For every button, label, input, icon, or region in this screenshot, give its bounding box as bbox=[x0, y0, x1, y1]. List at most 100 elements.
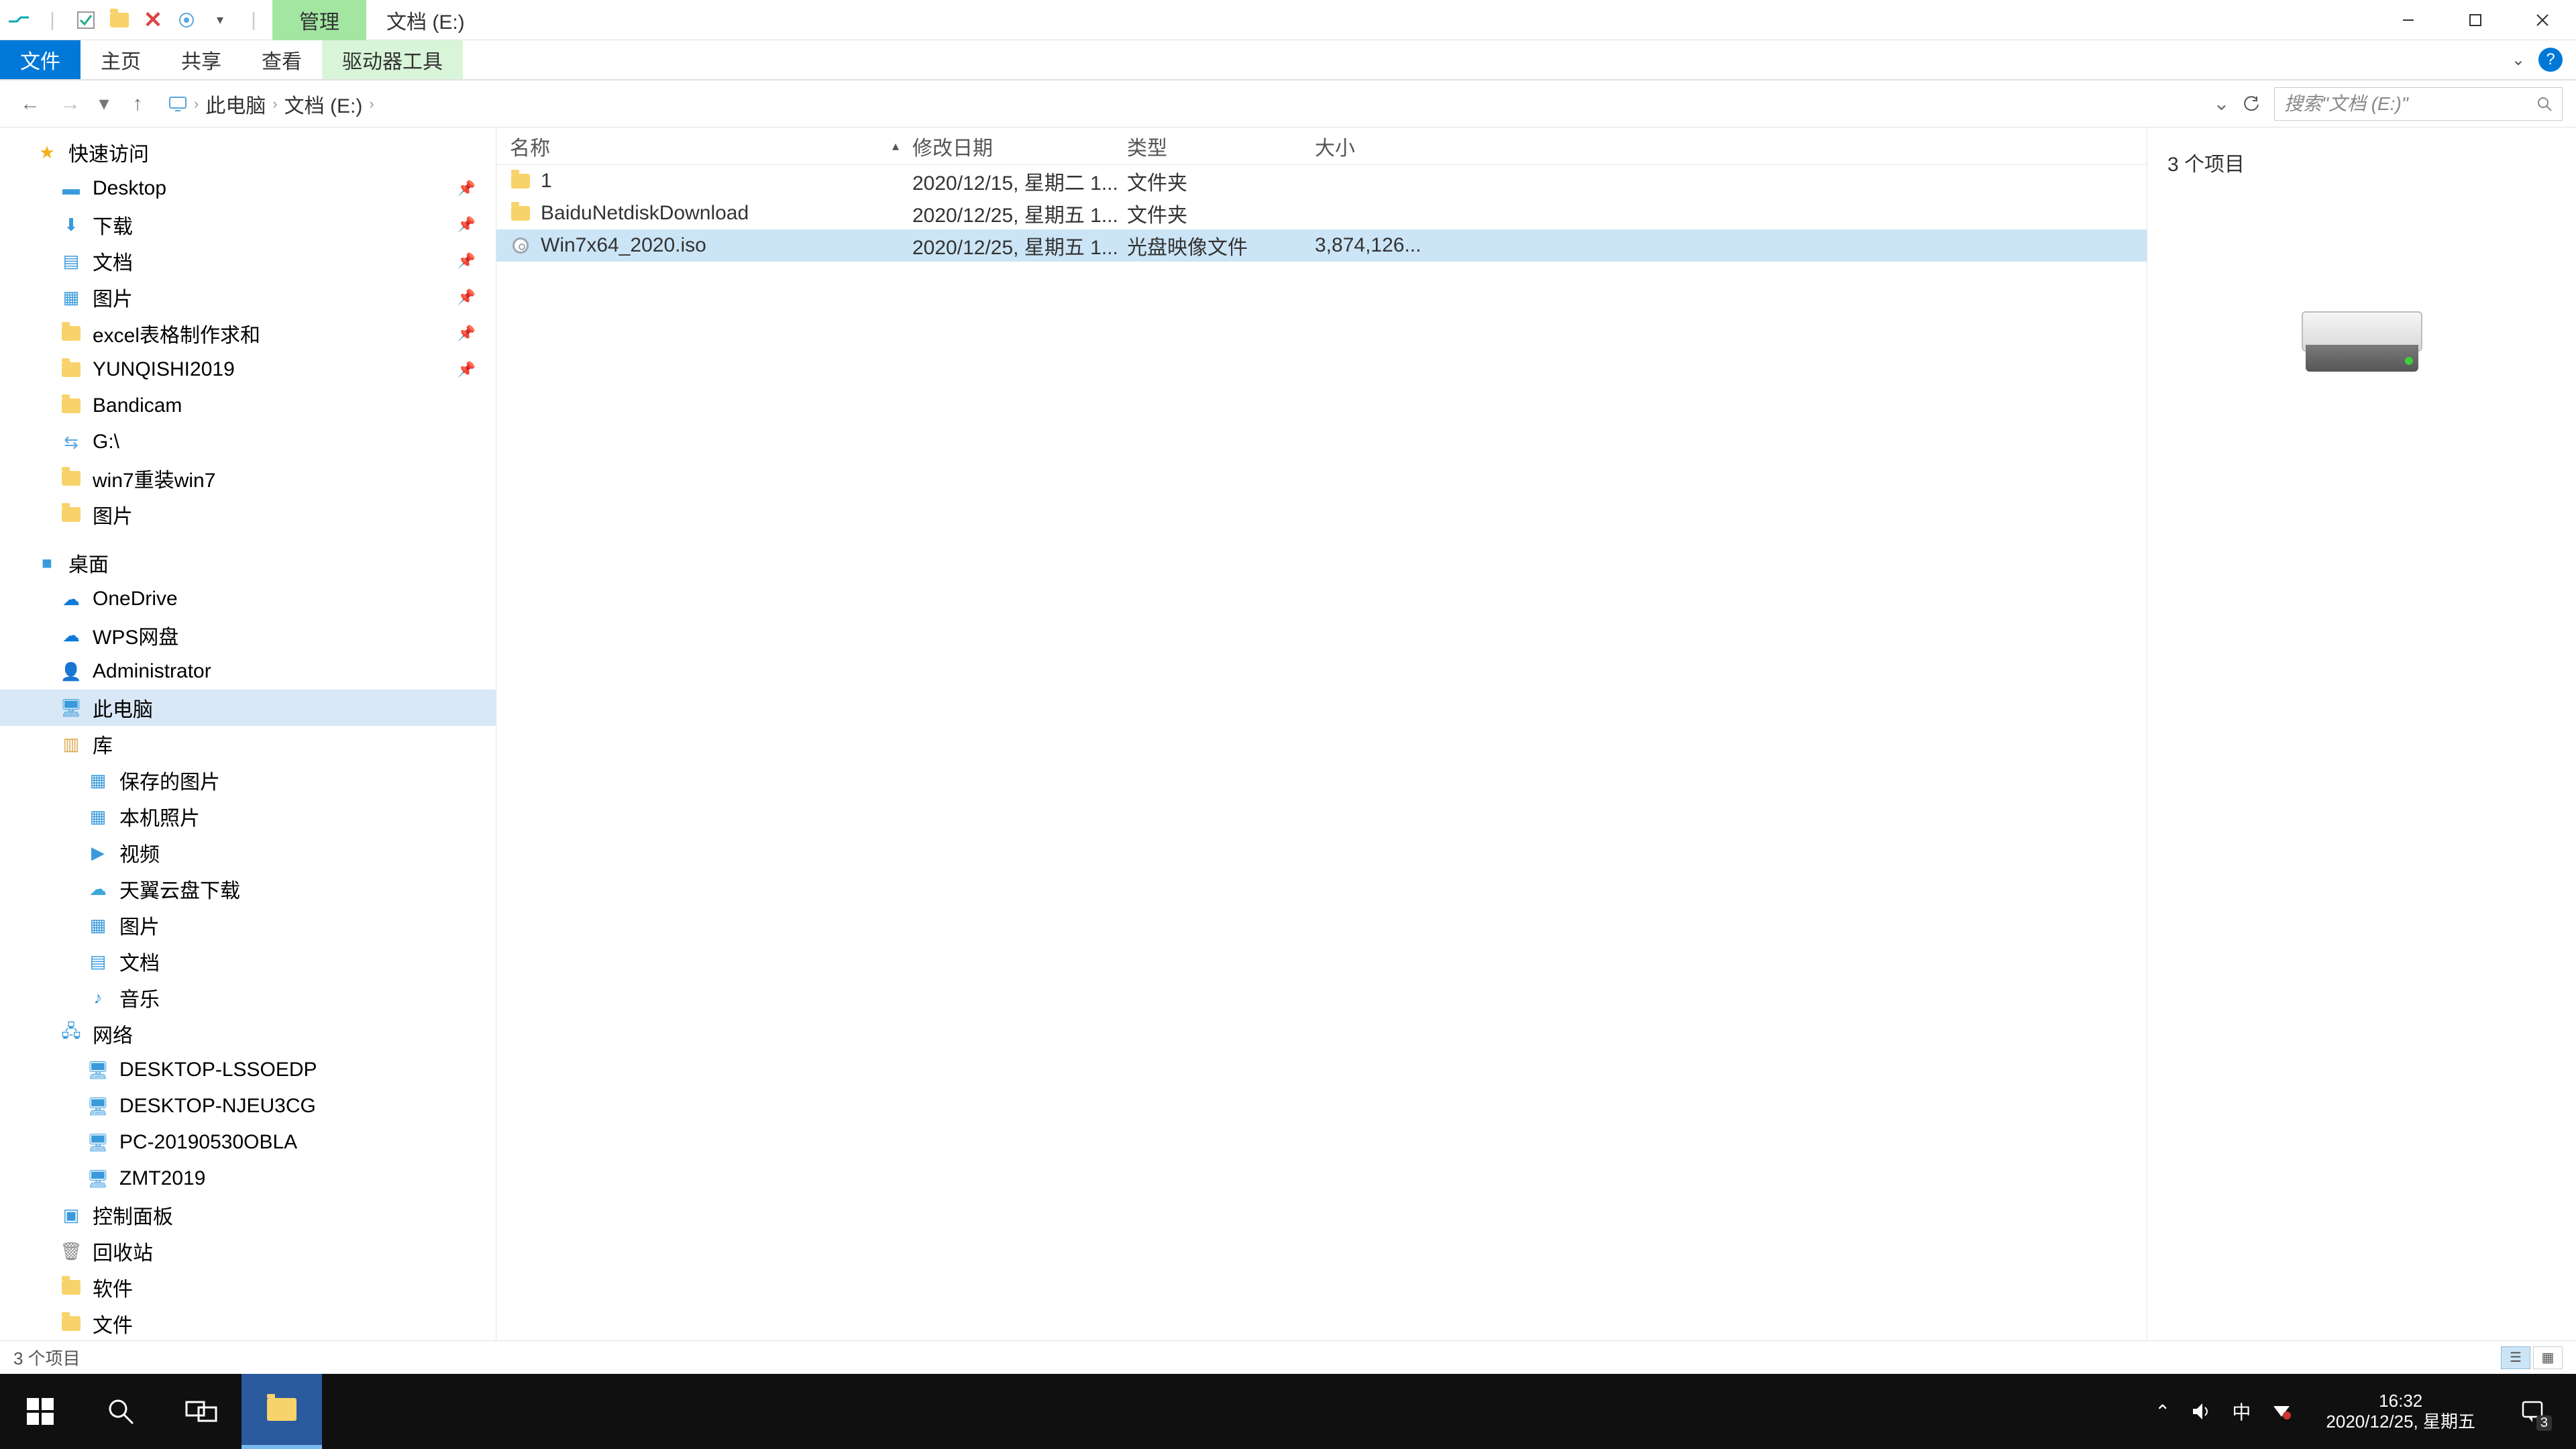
system-tray: ⌃ 中 16:32 2020/12/25, 星期五 3 bbox=[2135, 1388, 2576, 1435]
sidebar-pinned-item[interactable]: ⬇下载📌 bbox=[0, 207, 496, 243]
nav-forward-button[interactable]: → bbox=[54, 87, 87, 121]
column-type[interactable]: 类型 bbox=[1127, 131, 1315, 161]
search-button[interactable] bbox=[80, 1374, 161, 1449]
sidebar-label: 回收站 bbox=[93, 1236, 153, 1266]
search-box[interactable] bbox=[2274, 87, 2563, 121]
action-center-button[interactable]: 3 bbox=[2509, 1388, 2556, 1435]
sidebar-item[interactable]: ▦保存的图片 bbox=[0, 762, 496, 798]
ribbon-collapse-icon[interactable]: ⌄ bbox=[2512, 50, 2525, 70]
breadcrumb-drive[interactable]: 文档 (E:) bbox=[284, 89, 363, 119]
sidebar-item[interactable]: ♪音乐 bbox=[0, 979, 496, 1016]
sidebar-pinned-item[interactable]: 图片 bbox=[0, 496, 496, 533]
folder-icon bbox=[60, 1277, 82, 1298]
sidebar-item[interactable]: 🖥ZMT2019 bbox=[0, 1161, 496, 1197]
file-row-folder[interactable]: BaiduNetdiskDownload 2020/12/25, 星期五 1..… bbox=[496, 197, 2147, 229]
sidebar-item[interactable]: 软件 bbox=[0, 1269, 496, 1305]
sidebar-item[interactable]: ▥库 bbox=[0, 726, 496, 762]
music-icon: ♪ bbox=[87, 987, 109, 1008]
sidebar-pinned-item[interactable]: ▬Desktop📌 bbox=[0, 170, 496, 207]
pin-icon: 📌 bbox=[458, 180, 476, 197]
sidebar-quick-access[interactable]: ★ 快速访问 bbox=[0, 134, 496, 170]
icons-view-button[interactable]: ▦ bbox=[2533, 1346, 2563, 1369]
sidebar-label: 文档 bbox=[119, 947, 160, 976]
pin-icon: 📌 bbox=[458, 361, 476, 378]
sidebar-item[interactable]: 🖧网络 bbox=[0, 1016, 496, 1052]
column-date[interactable]: 修改日期 bbox=[912, 131, 1127, 161]
volume-icon[interactable] bbox=[2190, 1401, 2212, 1422]
sidebar-item[interactable]: ▣控制面板 bbox=[0, 1197, 496, 1233]
breadcrumb-sep-icon[interactable]: › bbox=[272, 95, 277, 113]
qat-dropdown-icon[interactable]: ▾ bbox=[207, 7, 233, 34]
sidebar-item[interactable]: 🖥DESKTOP-NJEU3CG bbox=[0, 1088, 496, 1124]
start-button[interactable] bbox=[0, 1374, 80, 1449]
sidebar-item[interactable]: ▦图片 bbox=[0, 907, 496, 943]
pin-icon: 📌 bbox=[458, 288, 476, 306]
tab-share[interactable]: 共享 bbox=[161, 40, 241, 79]
tab-file[interactable]: 文件 bbox=[0, 40, 80, 79]
qat-folder-icon[interactable] bbox=[106, 7, 133, 34]
sidebar-pinned-item[interactable]: win7重装win7 bbox=[0, 460, 496, 496]
ime-indicator[interactable]: 中 bbox=[2232, 1398, 2251, 1425]
wps-cloud-icon: ☁ bbox=[60, 625, 82, 646]
taskbar-explorer-button[interactable] bbox=[241, 1374, 322, 1449]
help-icon[interactable]: ? bbox=[2538, 48, 2563, 72]
tab-view[interactable]: 查看 bbox=[241, 40, 322, 79]
sidebar-pinned-item[interactable]: ⇆G:\ bbox=[0, 424, 496, 460]
ribbon-tabs: 文件 主页 共享 查看 驱动器工具 ⌄ ? bbox=[0, 40, 2576, 80]
tray-app-icon[interactable] bbox=[2271, 1401, 2292, 1422]
status-item-count: 3 个项目 bbox=[13, 1345, 80, 1370]
sidebar-pinned-item[interactable]: YUNQISHI2019📌 bbox=[0, 352, 496, 388]
qat-delete-icon[interactable]: ✕ bbox=[140, 7, 166, 34]
breadcrumb-this-pc[interactable]: 此电脑 bbox=[205, 89, 266, 119]
close-button[interactable] bbox=[2509, 0, 2576, 40]
nav-back-button[interactable]: ← bbox=[13, 87, 47, 121]
qat-checkbox-icon[interactable] bbox=[72, 7, 99, 34]
downloads-icon: ⬇ bbox=[60, 214, 82, 235]
tab-drive-tools[interactable]: 驱动器工具 bbox=[322, 40, 463, 79]
task-view-button[interactable] bbox=[161, 1374, 241, 1449]
refresh-icon[interactable] bbox=[2243, 95, 2261, 113]
file-name: 1 bbox=[541, 170, 552, 193]
sidebar-pinned-item[interactable]: excel表格制作求和📌 bbox=[0, 315, 496, 352]
sidebar-item[interactable]: 🗑回收站 bbox=[0, 1233, 496, 1269]
nav-up-button[interactable]: ↑ bbox=[121, 87, 154, 121]
qat-settings-icon[interactable] bbox=[173, 7, 200, 34]
column-name[interactable]: 名称▴ bbox=[510, 131, 912, 161]
sidebar-label: ZMT2019 bbox=[119, 1167, 205, 1190]
sidebar-label: 保存的图片 bbox=[119, 765, 220, 795]
address-dropdown-icon[interactable]: ⌄ bbox=[2213, 92, 2230, 115]
sidebar-item[interactable]: ☁WPS网盘 bbox=[0, 617, 496, 653]
minimize-button[interactable] bbox=[2375, 0, 2442, 40]
sidebar-item[interactable]: ▶视频 bbox=[0, 835, 496, 871]
cloud-download-icon: ☁ bbox=[87, 878, 109, 900]
nav-history-dropdown[interactable]: ▾ bbox=[94, 92, 114, 115]
sidebar-item[interactable]: ▤文档 bbox=[0, 943, 496, 979]
address-bar[interactable]: › 此电脑 › 文档 (E:) › bbox=[161, 87, 2200, 121]
sidebar-item[interactable]: ▦本机照片 bbox=[0, 798, 496, 835]
breadcrumb-sep-icon[interactable]: › bbox=[194, 95, 199, 113]
navigation-pane[interactable]: ★ 快速访问 ▬Desktop📌 ⬇下载📌 ▤文档📌 ▦图片📌 excel表格制… bbox=[0, 127, 496, 1340]
search-icon[interactable] bbox=[2536, 96, 2553, 112]
sidebar-item[interactable]: 🖥DESKTOP-LSSOEDP bbox=[0, 1052, 496, 1088]
file-row-iso[interactable]: Win7x64_2020.iso 2020/12/25, 星期五 1... 光盘… bbox=[496, 229, 2147, 262]
maximize-button[interactable] bbox=[2442, 0, 2509, 40]
search-input[interactable] bbox=[2284, 93, 2536, 115]
breadcrumb-sep-icon[interactable]: › bbox=[369, 95, 374, 113]
sidebar-desktop-group[interactable]: ■桌面 bbox=[0, 545, 496, 581]
sidebar-item[interactable]: ☁天翼云盘下载 bbox=[0, 871, 496, 907]
sidebar-item[interactable]: 🖥PC-20190530OBLA bbox=[0, 1124, 496, 1161]
sidebar-item[interactable]: 文件 bbox=[0, 1305, 496, 1340]
sidebar-item-this-pc[interactable]: 🖥此电脑 bbox=[0, 690, 496, 726]
sidebar-pinned-item[interactable]: ▤文档📌 bbox=[0, 243, 496, 279]
sidebar-item[interactable]: ☁OneDrive bbox=[0, 581, 496, 617]
sidebar-item[interactable]: 👤Administrator bbox=[0, 653, 496, 690]
quick-access-toolbar: | ✕ ▾ | bbox=[0, 7, 272, 34]
details-view-button[interactable]: ☰ bbox=[2501, 1346, 2530, 1369]
file-row-folder[interactable]: 1 2020/12/15, 星期二 1... 文件夹 bbox=[496, 165, 2147, 197]
column-size[interactable]: 大小 bbox=[1315, 131, 1422, 161]
sidebar-pinned-item[interactable]: Bandicam bbox=[0, 388, 496, 424]
taskbar-clock[interactable]: 16:32 2020/12/25, 星期五 bbox=[2312, 1391, 2489, 1432]
sidebar-pinned-item[interactable]: ▦图片📌 bbox=[0, 279, 496, 315]
tab-home[interactable]: 主页 bbox=[80, 40, 161, 79]
tray-overflow-icon[interactable]: ⌃ bbox=[2155, 1401, 2170, 1423]
